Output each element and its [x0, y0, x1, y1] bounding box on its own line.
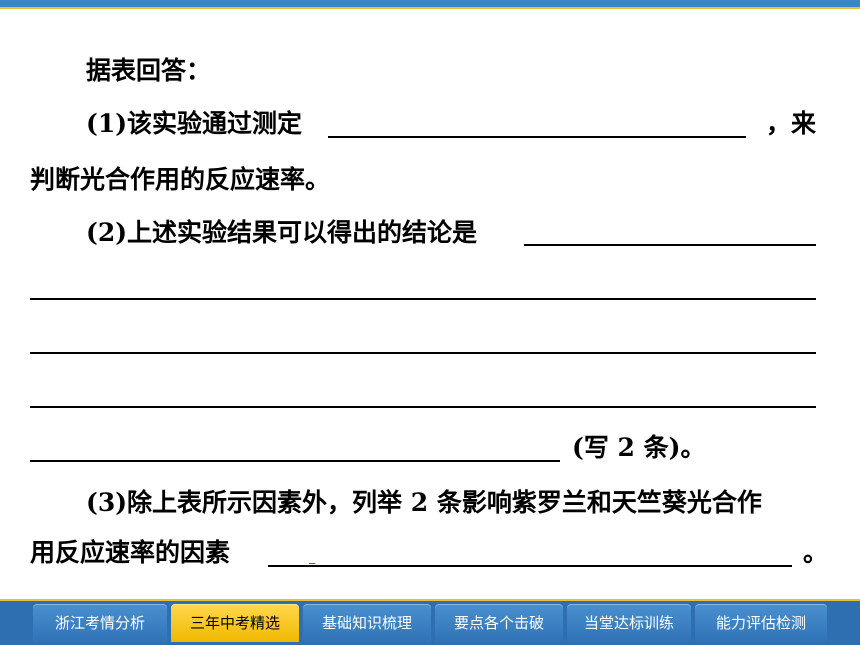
tab-classroom-training[interactable]: 当堂达标训练: [567, 604, 691, 642]
q2-text: (2)上述实验结果可以得出的结论是: [86, 218, 478, 247]
q3-answer-blank[interactable]: [268, 565, 792, 567]
q1-text-tail: ，来: [766, 109, 817, 138]
q2-answer-blank-4[interactable]: [30, 406, 816, 408]
q1-answer-blank[interactable]: [328, 136, 746, 138]
tab-three-year-selection[interactable]: 三年中考精选: [171, 604, 299, 642]
q3-text-line2: 用反应速率的因素: [30, 538, 231, 567]
top-accent-bar: [0, 0, 860, 7]
q2-answer-blank-3[interactable]: [30, 352, 816, 354]
q1-text-line2: 判断光合作用的反应速率。: [30, 165, 331, 194]
q3-end-text: 。: [803, 538, 829, 567]
tab-zhejiang-analysis[interactable]: 浙江考情分析: [33, 604, 167, 642]
q2-answer-blank-2[interactable]: [30, 298, 816, 300]
bottom-nav-bar: 浙江考情分析 三年中考精选 基础知识梳理 要点各个击破 当堂达标训练 能力评估检…: [0, 599, 860, 645]
q2-answer-blank-1[interactable]: [524, 244, 816, 246]
q3-text: (3)除上表所示因素外，列举 2 条影响紫罗兰和天竺葵光合作: [86, 488, 762, 517]
tab-basic-knowledge[interactable]: 基础知识梳理: [303, 604, 431, 642]
top-gold-stripe: [0, 7, 860, 9]
tab-key-points[interactable]: 要点各个击破: [435, 604, 563, 642]
tab-ability-assessment[interactable]: 能力评估检测: [695, 604, 827, 642]
intro-text: 据表回答：: [86, 56, 212, 85]
q2-tail-text: (写 2 条)。: [572, 433, 706, 462]
q2-answer-blank-5[interactable]: [30, 460, 560, 462]
q1-text: (1)该实验通过测定: [86, 109, 303, 138]
red-mark: [309, 563, 315, 564]
